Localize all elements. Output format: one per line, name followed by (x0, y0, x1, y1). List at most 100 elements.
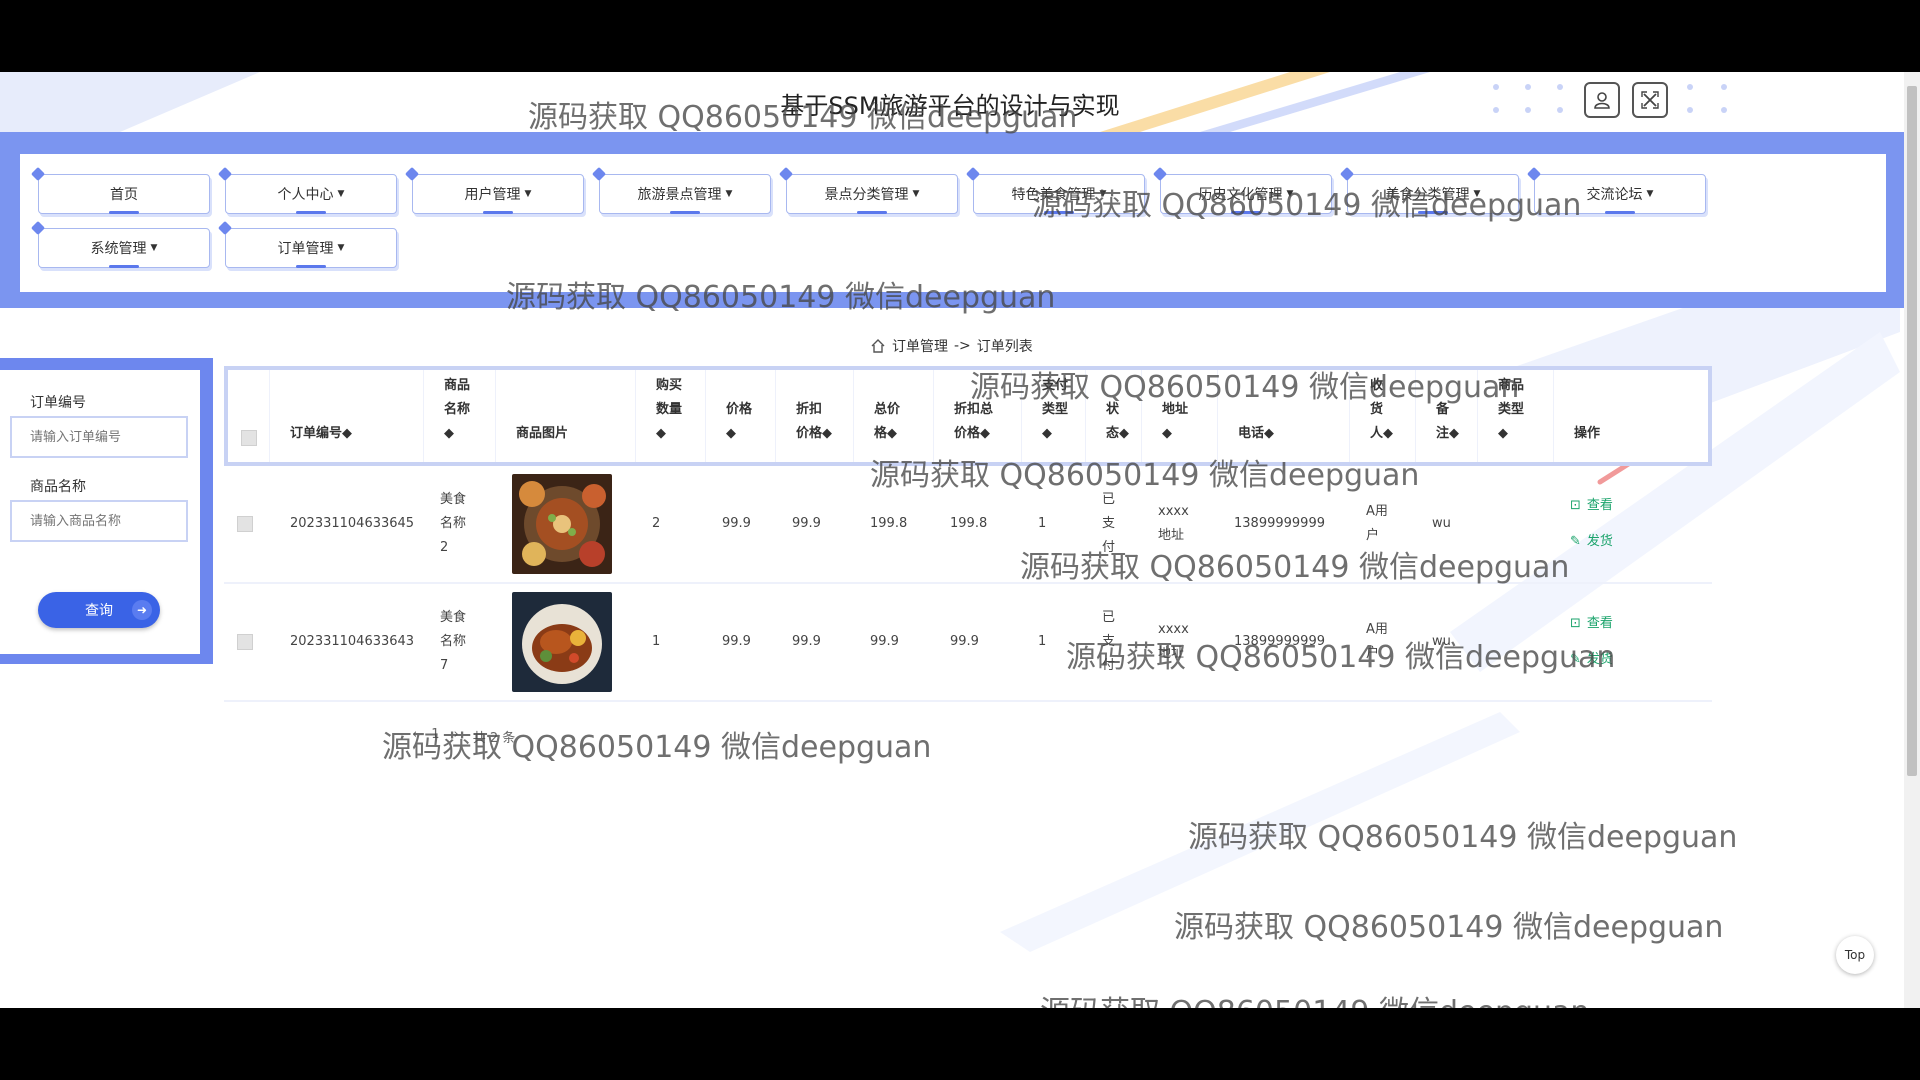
price-cell: 99.9 (722, 516, 751, 531)
nav-food-category[interactable]: 美食分类管理 ▼ (1347, 174, 1519, 214)
caret-down-icon: ▼ (1286, 189, 1294, 199)
order-no-cell: 202331104633645 (290, 516, 415, 531)
nav-attraction-category[interactable]: 景点分类管理 ▼ (786, 174, 958, 214)
header-select-all (228, 370, 270, 462)
col-order-no[interactable]: 订单编号◆ (270, 370, 424, 462)
caret-down-icon: ▼ (1099, 189, 1107, 199)
app-window: 基于SSM旅游平台的设计与实现 首页 个人中心 ▼ 用户管理 ▼ 旅游景点管理 ▼ 景… (0, 72, 1920, 1008)
order-no-cell: 202331104633643 (290, 634, 415, 649)
col-remark[interactable]: 备注◆ (1416, 370, 1478, 462)
view-button[interactable]: ⊡ 查看 (1570, 494, 1613, 518)
caret-down-icon: ▼ (524, 189, 532, 199)
nav-personal-center[interactable]: 个人中心 ▼ (225, 174, 397, 214)
quantity-cell: 1 (652, 634, 661, 649)
product-image-cell (512, 466, 612, 582)
remark-cell: wu (1432, 634, 1451, 649)
view-button[interactable]: ⊡ 查看 (1570, 612, 1613, 636)
order-table: 订单编号◆ 商品 名称 ◆ 商品图片 购买 数量 ◆ 价格 ◆ 折扣 价格◆ 总价 格◆ 折扣… (224, 366, 1712, 702)
product-type-cell (1474, 584, 1494, 700)
top-nav: 首页 个人中心 ▼ 用户管理 ▼ 旅游景点管理 ▼ 景点分类管理 ▼ 特色美食管理 ▼ 历… (20, 154, 1886, 292)
home-icon (871, 339, 885, 353)
edit-icon: ✎ (1570, 534, 1581, 549)
caret-down-icon: ▼ (337, 189, 345, 199)
breadcrumb-order-management[interactable]: 订单管理 (892, 336, 948, 356)
total-count: 共 2 条 (472, 731, 516, 746)
status-cell: 已支付 (1102, 610, 1116, 673)
nav-attraction-management[interactable]: 旅游景点管理 ▼ (599, 174, 771, 214)
table-row: 202331104633643 美食 名称 7 1 99.9 99.9 99.9 9… (224, 584, 1712, 702)
row-checkbox[interactable] (237, 516, 253, 532)
order-no-input[interactable] (10, 416, 188, 458)
receiver-cell: A用户 (1366, 504, 1388, 543)
food-image[interactable] (512, 474, 612, 574)
caret-down-icon: ▼ (337, 243, 345, 253)
price-cell: 99.9 (722, 634, 751, 649)
watermark: 源码获取 QQ86050149 微信deepguan (1174, 910, 1724, 945)
breadcrumb-separator: -> (954, 338, 971, 354)
next-page-button[interactable]: › (453, 727, 458, 746)
food-image[interactable] (512, 592, 612, 692)
watermark: 源码获取 QQ86050149 微信deepguan (1040, 987, 1589, 1008)
table-row: 202331104633645 美食 名称 2 2 99.9 99.9 199.… (224, 466, 1712, 584)
close-icon (1641, 91, 1659, 109)
product-image-cell (512, 584, 612, 700)
user-icon (1594, 92, 1610, 109)
remark-cell: wu (1432, 516, 1451, 531)
col-discount-total[interactable]: 折扣总 价格◆ (934, 370, 1022, 462)
breadcrumb-order-list: 订单列表 (976, 339, 1033, 355)
caret-down-icon: ▼ (725, 189, 733, 199)
scrollbar[interactable] (1904, 72, 1920, 1008)
total-cell: 199.8 (870, 516, 908, 531)
quantity-cell: 2 (652, 516, 661, 531)
current-page[interactable]: 1 (431, 727, 439, 746)
nav-system-management[interactable]: 系统管理 ▼ (38, 228, 210, 268)
pay-type-cell: 1 (1038, 516, 1047, 531)
select-all-checkbox[interactable] (240, 430, 257, 446)
search-panel-inner: 订单编号 商品名称 查询 ➜ (0, 370, 200, 654)
nav-home[interactable]: 首页 (38, 174, 210, 214)
col-total[interactable]: 总价 格◆ (854, 370, 934, 462)
nav-forum[interactable]: 交流论坛 ▼ (1534, 174, 1706, 214)
col-price[interactable]: 价格 ◆ (706, 370, 776, 462)
col-pay-type[interactable]: 支付 类型 ◆ (1022, 370, 1086, 462)
nav-user-management[interactable]: 用户管理 ▼ (412, 174, 584, 214)
phone-cell: 13899999999 (1234, 634, 1325, 649)
col-product-type[interactable]: 商品 类型 ◆ (1478, 370, 1554, 462)
pagination: ‹ 1 › 共 2 条 (412, 727, 515, 746)
prev-page-button[interactable]: ‹ (412, 727, 417, 746)
col-product-name[interactable]: 商品 名称 ◆ (424, 370, 496, 462)
col-product-image: 商品图片 (496, 370, 636, 462)
col-phone[interactable]: 电话◆ (1218, 370, 1350, 462)
back-to-top-button[interactable]: Top (1836, 936, 1874, 974)
col-discount-price[interactable]: 折扣 价格◆ (776, 370, 854, 462)
search-button[interactable]: 查询 ➜ (38, 592, 160, 628)
ship-button[interactable]: ✎ 发货 (1570, 530, 1613, 554)
col-status[interactable]: 状态◆ (1086, 370, 1142, 462)
product-name-label: 商品名称 (30, 479, 86, 495)
scrollbar-thumb[interactable] (1907, 86, 1917, 776)
table-header: 订单编号◆ 商品 名称 ◆ 商品图片 购买 数量 ◆ 价格 ◆ 折扣 价格◆ 总价 格◆ 折扣… (224, 366, 1712, 466)
col-quantity[interactable]: 购买 数量 ◆ (636, 370, 706, 462)
user-button[interactable] (1584, 82, 1620, 118)
nav-food-management[interactable]: 特色美食管理 ▼ (973, 174, 1145, 214)
col-receiver[interactable]: 收货人◆ (1350, 370, 1416, 462)
caret-down-icon: ▼ (1646, 189, 1654, 199)
product-name-input[interactable] (10, 500, 188, 542)
receiver-cell: A用户 (1366, 622, 1388, 661)
search-panel: 订单编号 商品名称 查询 ➜ (0, 358, 213, 664)
row-checkbox[interactable] (237, 634, 253, 650)
caret-down-icon: ▼ (1473, 189, 1481, 199)
discount-price-cell: 99.9 (792, 516, 821, 531)
ship-button[interactable]: ✎ 发货 (1570, 648, 1613, 672)
col-actions: 操作 (1574, 426, 1601, 441)
nav-culture-management[interactable]: 历史文化管理 ▼ (1160, 174, 1332, 214)
exit-button[interactable] (1632, 82, 1668, 118)
product-name-cell: 美食 名称 7 (440, 610, 467, 673)
nav-order-management[interactable]: 订单管理 ▼ (225, 228, 397, 268)
col-address[interactable]: 地址 ◆ (1142, 370, 1218, 462)
caret-down-icon: ▼ (150, 243, 158, 253)
caret-down-icon: ▼ (912, 189, 920, 199)
phone-cell: 13899999999 (1234, 516, 1325, 531)
edit-icon: ✎ (1570, 652, 1581, 667)
arrow-right-icon: ➜ (132, 600, 152, 620)
